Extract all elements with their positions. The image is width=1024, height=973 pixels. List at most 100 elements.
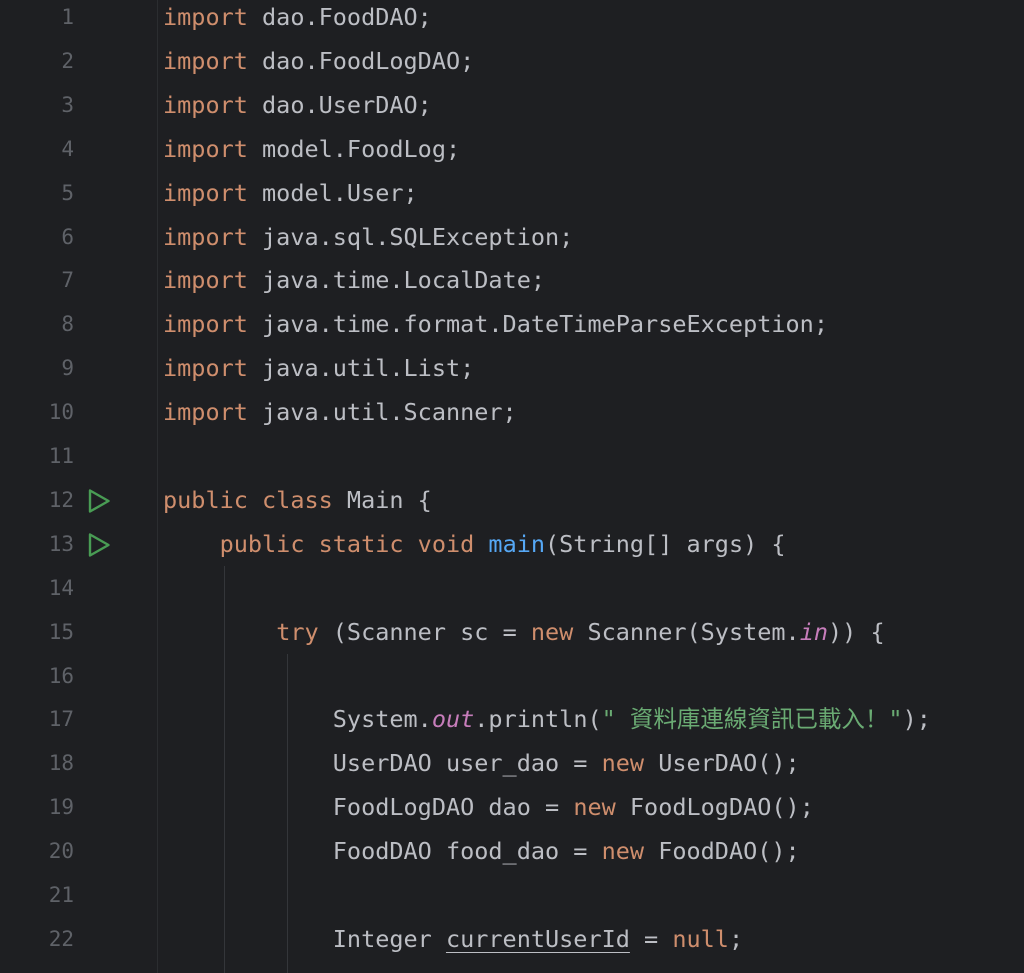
code-token: import [163,3,248,31]
code-line[interactable]: 10 import java.util.Scanner; [0,390,1024,434]
code-token: java.util.List; [247,354,475,383]
code-text: try (Scanner sc = new Scanner(System.in)… [163,610,885,654]
code-token: new [601,837,645,866]
code-text: Integer currentUserId = null; [163,917,743,961]
code-token: model.FoodLog; [247,134,461,163]
code-token: currentUserId [445,924,630,953]
code-token: in [799,617,828,646]
code-token: )) { [828,617,885,646]
code-line[interactable]: 22 Integer currentUserId = null; [0,917,1024,961]
code-token: public class [163,485,333,514]
code-line[interactable]: 11 [0,434,1024,478]
code-token: java.sql.SQLException; [247,222,574,251]
code-token: public static void [219,529,475,558]
code-token: new [530,617,574,646]
line-number: 15 [48,619,74,644]
line-number: 19 [48,795,74,820]
line-number: 3 [61,92,74,117]
run-gutter-icon[interactable] [86,532,112,558]
code-text: import dao.UserDAO; [163,83,432,127]
code-text: FoodLogDAO dao = new FoodLogDAO(); [163,785,814,829]
code-text: UserDAO user_dao = new UserDAO(); [163,741,800,785]
code-text: import model.FoodLog; [163,127,460,171]
code-token: import [163,354,248,383]
line-number: 7 [61,268,74,293]
code-line[interactable]: 14 [0,566,1024,610]
code-token: new [601,749,645,778]
code-line[interactable]: 9 import java.util.List; [0,346,1024,390]
line-number: 9 [61,356,74,381]
code-token: import [163,178,248,207]
code-token: ); [902,705,931,734]
code-text: System.out.println(" 資料庫連線資訊已載入！"); [163,697,931,741]
line-number: 21 [48,883,74,907]
line-number: 1 [61,5,74,29]
code-token: FoodDAO(); [644,837,800,866]
code-token: model.User; [247,178,418,207]
code-line[interactable]: 3 import dao.UserDAO; [0,83,1024,127]
code-line[interactable]: 5 import model.User; [0,171,1024,215]
code-editor[interactable]: 1 import dao.FoodDAO; 2 import dao.FoodLogD… [0,0,1024,973]
code-line[interactable]: 6 import java.sql.SQLException; [0,215,1024,259]
run-gutter-icon[interactable] [86,488,112,514]
code-token: Integer [163,924,446,953]
code-token: " 資料庫連線資訊已載入！" [601,705,903,734]
code-line[interactable]: 17 System.out.println(" 資料庫連線資訊已載入！"); [0,697,1024,741]
code-line[interactable]: 21 [0,873,1024,917]
code-token: UserDAO user_dao = [163,749,602,778]
code-token: main [488,529,546,558]
line-number: 16 [48,663,74,688]
code-line[interactable]: 13 public static void main(String[] args… [0,522,1024,566]
code-line[interactable]: 7 import java.time.LocalDate; [0,258,1024,302]
code-token: dao.FoodDAO; [247,3,432,31]
code-token: (String[] args) { [545,529,786,558]
code-line[interactable]: 8 import java.time.format.DateTimeParseEx… [0,302,1024,346]
code-line[interactable]: 15 try (Scanner sc = new Scanner(System.… [0,610,1024,654]
code-text: import dao.FoodLogDAO; [163,39,474,83]
code-line[interactable]: 4 import model.FoodLog; [0,127,1024,171]
code-token: dao.FoodLogDAO; [247,46,475,75]
code-line[interactable]: 19 FoodLogDAO dao = new FoodLogDAO(); [0,785,1024,829]
line-number: 22 [48,926,74,951]
code-text: FoodDAO food_dao = new FoodDAO(); [163,829,800,873]
code-token: import [163,310,248,339]
code-token: FoodLogDAO dao = [163,793,574,822]
line-number: 20 [48,839,74,864]
line-number: 18 [48,751,74,776]
code-text: public static void main(String[] args) { [163,522,786,566]
code-token: null [672,924,729,953]
code-text: import java.time.LocalDate; [163,258,545,302]
code-line[interactable]: 18 UserDAO user_dao = new UserDAO(); [0,741,1024,785]
line-number: 5 [61,180,74,205]
code-token: import [163,134,248,163]
code-token: FoodLogDAO(); [615,793,814,822]
code-token: .println( [474,705,602,734]
code-token: UserDAO(); [644,749,800,778]
line-number: 4 [61,136,74,161]
line-number: 6 [61,224,74,249]
code-token: java.time.format.DateTimeParseException; [247,310,828,339]
code-token: import [163,90,248,119]
line-number: 12 [48,487,74,512]
code-text: import java.time.format.DateTimeParseExc… [163,302,828,346]
code-token: (Scanner sc = [318,617,531,646]
code-text: import java.util.Scanner; [163,390,517,434]
line-number: 2 [61,48,74,73]
line-number: 10 [48,400,74,425]
line-number: 8 [61,312,74,337]
code-line[interactable]: 12 public class Main { [0,478,1024,522]
code-token: System. [163,705,432,734]
code-text: public class Main { [163,478,432,522]
code-line[interactable]: 2 import dao.FoodLogDAO; [0,39,1024,83]
line-number: 14 [48,575,74,600]
code-token: import [163,46,248,75]
code-line[interactable]: 16 [0,654,1024,698]
code-line[interactable]: 1 import dao.FoodDAO; [0,0,1024,39]
code-line[interactable]: 20 FoodDAO food_dao = new FoodDAO(); [0,829,1024,873]
code-token: Scanner(System. [573,617,800,646]
line-number: 13 [48,531,74,556]
code-token: import [163,398,248,427]
